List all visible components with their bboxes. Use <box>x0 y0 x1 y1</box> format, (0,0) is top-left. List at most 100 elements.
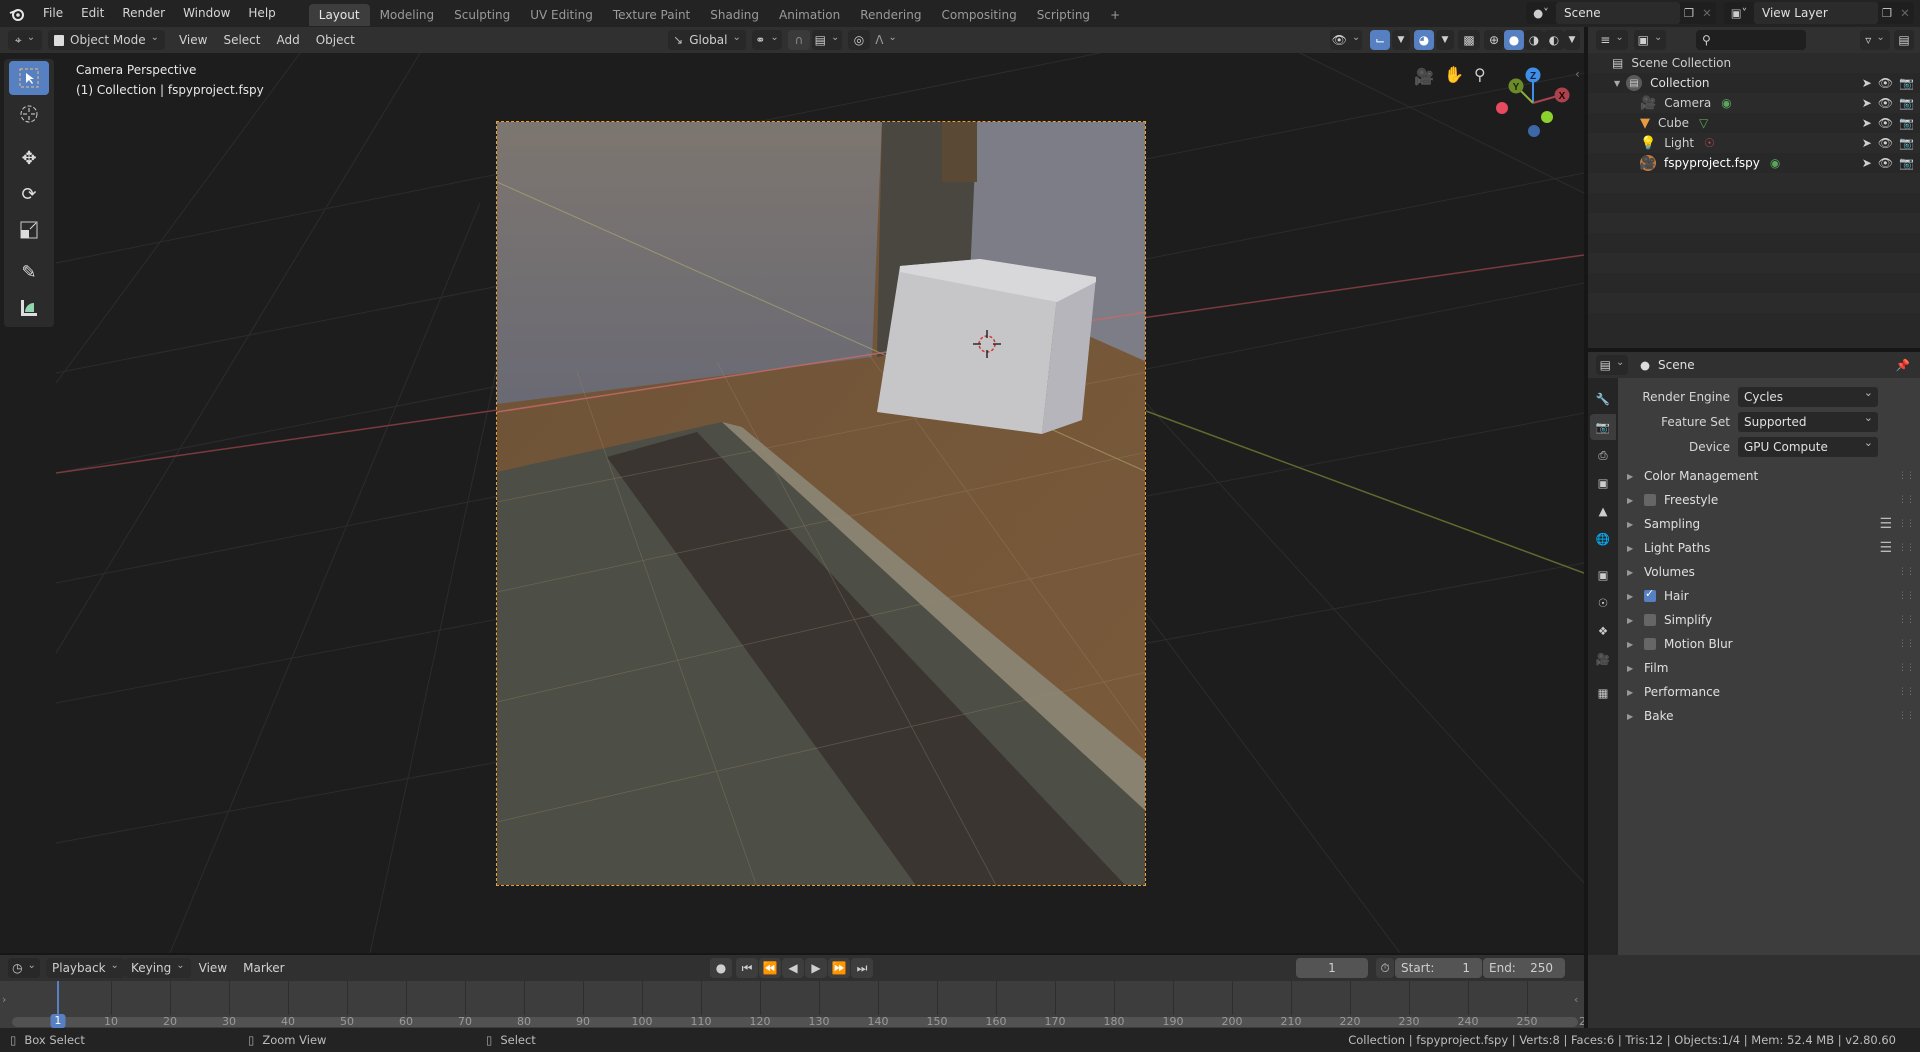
render-camera-icon[interactable]: 📷 <box>1899 156 1914 170</box>
pin-icon[interactable]: 📌 <box>1896 358 1910 372</box>
tab-object-constraints[interactable]: ❖ <box>1590 618 1616 644</box>
tool-annotate[interactable]: ✎ <box>9 255 49 289</box>
shading-material[interactable]: ◑ <box>1524 30 1544 50</box>
tool-cursor[interactable] <box>9 97 49 131</box>
new-scene-icon[interactable]: ❐ <box>1680 6 1698 20</box>
tab-object-data[interactable]: 🎥 <box>1590 646 1616 672</box>
orientation-gizmo[interactable]: Z X Y <box>1496 65 1576 145</box>
outliner-row-camera[interactable]: 🎥 Camera ◉ ➤ 👁 📷 <box>1588 93 1920 113</box>
tool-scale[interactable] <box>9 213 49 247</box>
selectable-toggle-icon[interactable]: ➤ <box>1862 76 1872 90</box>
outliner-row-collection[interactable]: ▼ ▤ Collection ➤ 👁 📷 <box>1588 73 1920 93</box>
outliner-search-input[interactable]: ⚲ <box>1696 30 1806 50</box>
proportional-edit-toggle[interactable]: ◎ <box>848 30 870 50</box>
panel-freestyle[interactable]: ▶ Freestyle ⋮⋮ <box>1618 488 1920 512</box>
pan-view-button[interactable]: ✋ <box>1444 65 1464 84</box>
drag-grip-icon[interactable]: ⋮⋮ <box>1898 639 1915 649</box>
viewport-menu-object[interactable]: Object <box>308 27 363 53</box>
tab-texture-paint[interactable]: Texture Paint <box>603 4 700 26</box>
panel-volumes[interactable]: ▶ Volumes ⋮⋮ <box>1618 560 1920 584</box>
hair-checkbox[interactable] <box>1644 587 1656 602</box>
blender-logo-icon[interactable] <box>6 3 28 25</box>
presets-list-icon[interactable]: ☰ <box>1879 516 1892 532</box>
end-frame-field[interactable]: End: 250 <box>1483 958 1565 978</box>
panel-simplify[interactable]: ▶ Simplify ⋮⋮ <box>1618 608 1920 632</box>
current-frame-field[interactable]: 1 <box>1296 958 1368 978</box>
render-engine-dropdown[interactable]: Cycles <box>1738 383 1878 407</box>
jump-next-keyframe-button[interactable]: ⏩ <box>828 958 850 978</box>
freestyle-checkbox[interactable] <box>1644 494 1656 506</box>
tab-compositing[interactable]: Compositing <box>931 4 1026 26</box>
render-camera-icon[interactable]: 📷 <box>1899 76 1914 90</box>
gizmo-dropdown[interactable]: ▼ <box>1392 30 1410 50</box>
tab-modeling[interactable]: Modeling <box>370 4 445 26</box>
jump-prev-keyframe-button[interactable]: ⏪ <box>759 958 781 978</box>
drag-grip-icon[interactable]: ⋮⋮ <box>1898 663 1915 673</box>
view-layer-name-field[interactable]: View Layer <box>1754 2 1878 24</box>
panel-performance[interactable]: ▶ Performance ⋮⋮ <box>1618 680 1920 704</box>
tool-measure[interactable] <box>9 291 49 325</box>
tab-scene[interactable]: ▲ <box>1590 498 1616 524</box>
timeline-menu-marker[interactable]: Marker <box>235 955 292 981</box>
tool-move[interactable]: ✥ <box>9 141 49 175</box>
timeline-menu-view[interactable]: View <box>191 955 235 981</box>
device-dropdown[interactable]: GPU Compute <box>1738 433 1878 457</box>
drag-grip-icon[interactable]: ⋮⋮ <box>1898 711 1915 721</box>
visibility-eye-icon[interactable]: 👁 <box>1878 76 1893 90</box>
shading-rendered[interactable]: ◐ <box>1544 30 1564 50</box>
3d-viewport[interactable]: ✥ ⟳ ✎ Camera Perspective (1) Collection … <box>0 53 1584 953</box>
falloff-dropdown[interactable]: Λ <box>872 30 900 50</box>
chevron-left-icon[interactable]: ‹ <box>1574 993 1578 1006</box>
start-frame-field[interactable]: Start: 1 <box>1395 958 1482 978</box>
selectability-visibility-dropdown[interactable]: 👁 <box>1330 30 1362 50</box>
tool-rotate[interactable]: ⟳ <box>9 177 49 211</box>
outliner-row-light[interactable]: 💡 Light ☉ ➤ 👁 📷 <box>1588 133 1920 153</box>
drag-grip-icon[interactable]: ⋮⋮ <box>1898 567 1915 577</box>
presets-list-icon[interactable]: ☰ <box>1879 540 1892 556</box>
viewport-menu-select[interactable]: Select <box>215 27 268 53</box>
panel-light-paths[interactable]: ▶ Light Paths ☰ ⋮⋮ <box>1618 536 1920 560</box>
xray-toggle[interactable]: ▩ <box>1458 30 1480 50</box>
play-button[interactable]: ▶ <box>805 958 827 978</box>
selectable-toggle-icon[interactable]: ➤ <box>1862 116 1872 130</box>
tab-output[interactable]: ⎙ <box>1590 442 1616 468</box>
outliner-row-cube[interactable]: ▼ Cube ▽ ➤ 👁 📷 <box>1588 113 1920 133</box>
tab-view-layer[interactable]: ▣ <box>1590 470 1616 496</box>
shading-dropdown[interactable]: ▼ <box>1564 30 1580 50</box>
mode-selector[interactable]: Object Mode <box>48 30 165 50</box>
view-layer-icon[interactable]: ▣˅ <box>1724 6 1754 20</box>
play-reverse-button[interactable]: ◀ <box>782 958 804 978</box>
render-camera-icon[interactable]: 📷 <box>1899 116 1914 130</box>
tab-render[interactable]: 📷 <box>1590 414 1616 440</box>
transform-orientation-dropdown[interactable]: ↘ Global <box>668 30 746 50</box>
menu-edit[interactable]: Edit <box>72 0 113 27</box>
snap-target-dropdown[interactable]: ▤ <box>812 30 842 50</box>
render-camera-icon[interactable]: 📷 <box>1899 96 1914 110</box>
drag-grip-icon[interactable]: ⋮⋮ <box>1898 519 1915 529</box>
drag-grip-icon[interactable]: ⋮⋮ <box>1898 471 1915 481</box>
chevron-right-icon[interactable]: › <box>2 993 6 1006</box>
tab-tool[interactable]: 🔧 <box>1590 386 1616 412</box>
drag-grip-icon[interactable]: ⋮⋮ <box>1898 591 1915 601</box>
panel-film[interactable]: ▶ Film ⋮⋮ <box>1618 656 1920 680</box>
menu-file[interactable]: File <box>34 0 72 27</box>
gizmo-toggle[interactable]: ⌙ <box>1370 30 1390 50</box>
snap-toggle[interactable]: ∩ <box>788 30 810 50</box>
shading-solid[interactable]: ● <box>1504 30 1524 50</box>
menu-window[interactable]: Window <box>174 0 239 27</box>
tab-animation[interactable]: Animation <box>769 4 850 26</box>
camera-view-button[interactable]: 🎥 <box>1414 67 1434 86</box>
tab-rendering[interactable]: Rendering <box>850 4 931 26</box>
menu-help[interactable]: Help <box>239 0 284 27</box>
overlays-toggle[interactable]: ◕ <box>1414 30 1434 50</box>
new-view-layer-icon[interactable]: ❐ <box>1878 6 1896 20</box>
playback-menu[interactable]: Playback <box>46 958 125 978</box>
jump-start-button[interactable]: ⏮ <box>736 958 758 978</box>
viewport-menu-view[interactable]: View <box>171 27 215 53</box>
outliner-row-scene-collection[interactable]: ▤ Scene Collection <box>1588 53 1920 73</box>
motion-blur-checkbox[interactable] <box>1644 638 1656 650</box>
panel-bake[interactable]: ▶ Bake ⋮⋮ <box>1618 704 1920 728</box>
tab-object[interactable]: ▣ <box>1590 562 1616 588</box>
add-workspace-button[interactable]: + <box>1100 4 1130 26</box>
filter-dropdown[interactable]: ▿ <box>1860 30 1890 50</box>
